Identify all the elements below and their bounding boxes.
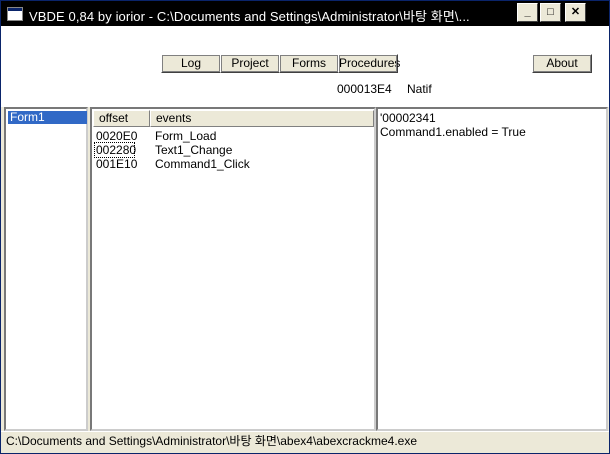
current-offset: 000013E4 bbox=[337, 82, 392, 96]
mode-label: Natif bbox=[407, 82, 432, 96]
forms-button[interactable]: Forms bbox=[279, 54, 339, 73]
maximize-button[interactable]: □ bbox=[540, 3, 561, 22]
row-offset: 001E10 bbox=[96, 157, 138, 171]
code-line: '00002341 bbox=[380, 111, 436, 125]
list-item-form1[interactable]: Form1 bbox=[8, 111, 87, 124]
row-event: Form_Load bbox=[155, 129, 217, 143]
row-offset: 002280 bbox=[94, 142, 137, 158]
column-header-offset[interactable]: offset bbox=[93, 110, 150, 127]
events-table[interactable]: offset events 0020E0 Form_Load 002280 Te… bbox=[90, 107, 376, 431]
close-button[interactable]: ✕ bbox=[565, 3, 586, 22]
row-offset: 0020E0 bbox=[96, 129, 138, 143]
forms-list[interactable]: Form1 bbox=[4, 107, 88, 431]
row-event: Text1_Change bbox=[155, 143, 233, 157]
app-icon[interactable] bbox=[7, 7, 23, 21]
procedures-button[interactable]: Procedures bbox=[338, 54, 400, 73]
row-event: Command1_Click bbox=[155, 157, 250, 171]
log-button[interactable]: Log bbox=[161, 54, 221, 73]
code-line: Command1.enabled = True bbox=[380, 125, 526, 139]
minimize-button[interactable]: _ bbox=[517, 3, 538, 22]
project-button[interactable]: Project bbox=[220, 54, 280, 73]
status-bar: C:\Documents and Settings\Administrator\… bbox=[1, 431, 609, 453]
about-button[interactable]: About bbox=[532, 54, 592, 73]
title-bar[interactable]: VBDE 0,84 by iorior - C:\Documents and S… bbox=[1, 1, 609, 26]
column-header-events[interactable]: events bbox=[150, 110, 374, 127]
toolbar: Log Project Forms Procedures About 00001… bbox=[1, 26, 609, 107]
window-title: VBDE 0,84 by iorior - C:\Documents and S… bbox=[29, 9, 470, 24]
main-window: VBDE 0,84 by iorior - C:\Documents and S… bbox=[0, 0, 610, 454]
code-view[interactable]: '00002341 Command1.enabled = True bbox=[376, 107, 608, 431]
